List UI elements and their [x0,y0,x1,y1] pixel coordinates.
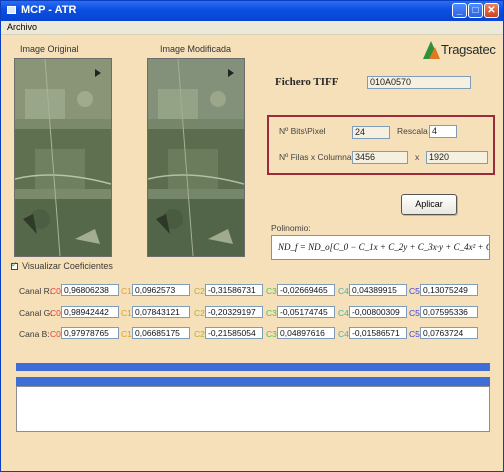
coef-b-c1-field[interactable]: 0,06685175 [132,327,190,339]
coef-b-c5-field[interactable]: 0,0763724 [420,327,478,339]
tiff-file-label: Fichero TIFF [275,76,339,88]
coef-label-c2: C2 [194,286,205,296]
coef-label-c5: C5 [409,308,420,318]
coef-r-c0-field[interactable]: 0,96806238 [61,284,119,296]
coef-b-c2-field[interactable]: -0,21585054 [205,327,263,339]
menu-bar: Archivo [1,21,503,35]
channel-g-label: Canal G: [19,308,53,318]
menu-archivo[interactable]: Archivo [7,22,37,32]
maximize-icon: □ [472,5,479,16]
show-coefficients-checkbox[interactable] [11,260,18,270]
coef-r-c2-field[interactable]: -0,31586731 [205,284,263,296]
coef-label-c0: C0 [50,286,61,296]
tiff-file-field[interactable]: 010A0570 [367,76,471,89]
logo-text: Tragsatec [441,42,496,57]
coef-label-c5: C5 [409,286,420,296]
coef-label-c2: C2 [194,329,205,339]
modified-image-label: Image Modificada [160,44,232,54]
progress-bar [16,363,490,371]
original-image-label: Image Original [20,44,79,54]
coef-label-c3: C3 [266,308,277,318]
show-coefficients-label: Visualizar Coeficientes [22,261,113,271]
coef-label-c1: C1 [121,286,132,296]
coef-label-c2: C2 [194,308,205,318]
coef-b-c0-field[interactable]: 0,97978765 [61,327,119,339]
polynomial-label: Polinomio: [271,223,311,233]
tragsatec-logo-icon [423,41,440,59]
coef-label-c0: C0 [50,308,61,318]
tragsatec-logo: Tragsatec [421,38,501,62]
rescale-label: Rescala [397,126,428,136]
bits-per-pixel-label: Nº Bits\Pixel [279,126,326,136]
coef-g-c4-field[interactable]: -0,00800309 [349,306,407,318]
coef-r-c5-field[interactable]: 0,13075249 [420,284,478,296]
times-label: x [415,152,420,162]
rescale-field[interactable]: 4 [429,125,457,138]
coef-g-c5-field[interactable]: 0,07595336 [420,306,478,318]
minimize-icon: _ [456,5,463,16]
modified-image [147,58,245,257]
channel-r-label: Canal R: [19,286,53,296]
coef-r-c3-field[interactable]: -0,02669465 [277,284,335,296]
maximize-button[interactable]: □ [468,3,483,18]
coef-r-c1-field[interactable]: 0,0962573 [132,284,190,296]
coef-b-c3-field[interactable]: 0,04897616 [277,327,335,339]
coef-g-c3-field[interactable]: -0,05174745 [277,306,335,318]
coef-label-c4: C4 [338,286,349,296]
coef-b-c4-field[interactable]: -0,01586571 [349,327,407,339]
window-title: MCP - ATR [21,4,77,16]
original-image [14,58,112,257]
coef-r-c4-field[interactable]: 0,04389915 [349,284,407,296]
close-button[interactable]: ✕ [484,3,499,18]
image-info-group [267,115,495,175]
close-icon: ✕ [487,5,496,16]
main-window: MCP - ATR _ □ ✕ Archivo Image Original I… [0,0,504,472]
polynomial-formula: ND_f = ND_o[C_0 − C_1x + C_2y + C_3x·y +… [271,235,490,260]
coef-label-c0: C0 [50,329,61,339]
coef-g-c2-field[interactable]: -0,20329197 [205,306,263,318]
coef-label-c3: C3 [266,329,277,339]
title-bar[interactable]: MCP - ATR _ □ ✕ [1,1,503,21]
coef-label-c5: C5 [409,329,420,339]
coef-label-c4: C4 [338,308,349,318]
coef-label-c3: C3 [266,286,277,296]
coef-g-c1-field[interactable]: 0,07843121 [132,306,190,318]
coef-g-c0-field[interactable]: 0,98942442 [61,306,119,318]
bits-per-pixel-field[interactable]: 24 [352,126,390,139]
channel-b-label: Cana B: [19,329,50,339]
coef-label-c4: C4 [338,329,349,339]
minimize-button[interactable]: _ [452,3,467,18]
columns-field[interactable]: 1920 [426,151,488,164]
log-list[interactable] [16,386,490,432]
apply-button[interactable]: Aplicar [401,194,457,215]
app-icon [7,6,16,14]
coef-label-c1: C1 [121,329,132,339]
rows-columns-label: Nº Filas x Columnas [279,152,356,162]
coef-label-c1: C1 [121,308,132,318]
rows-field[interactable]: 3456 [352,151,408,164]
